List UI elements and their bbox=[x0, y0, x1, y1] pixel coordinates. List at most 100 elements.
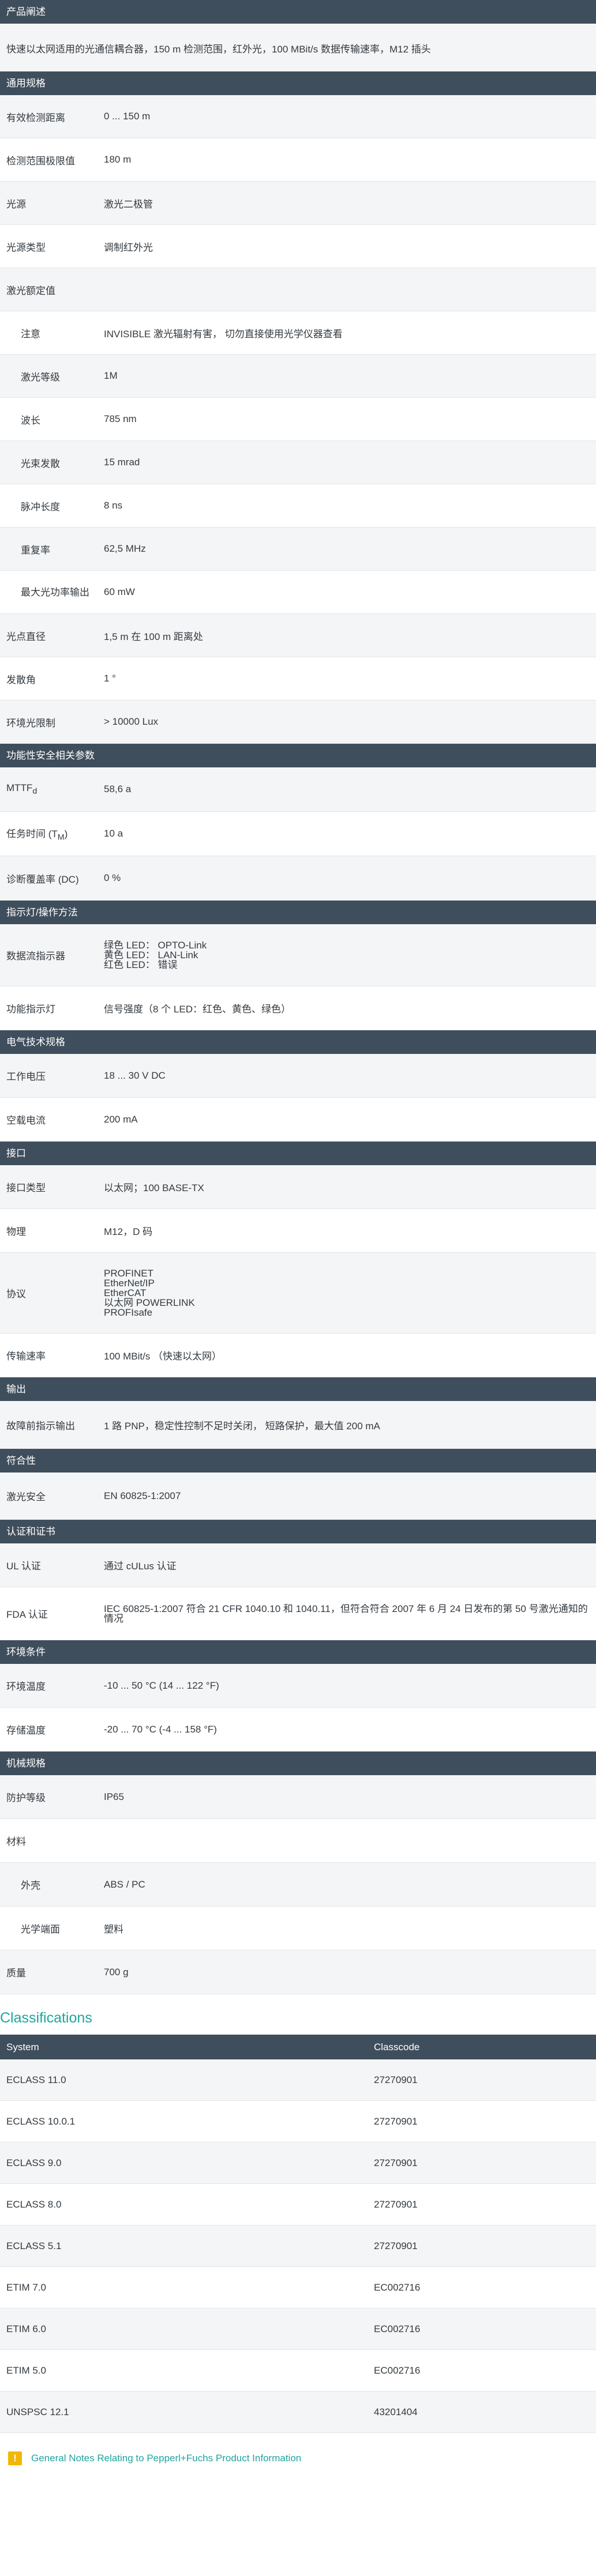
spec-row: 脉冲长度 8 ns bbox=[0, 484, 596, 528]
table-row: ECLASS 5.1 27270901 bbox=[0, 2225, 596, 2267]
spec-key: 空载电流 bbox=[6, 1115, 46, 1126]
spec-value: -10 ... 50 °C (14 ... 122 °F) bbox=[104, 1679, 219, 1691]
product-description-text: 快速以太网适用的光通信耦合器，150 m 检测范围，红外光，100 MBit/s… bbox=[0, 24, 596, 71]
spec-row: 质量 700 g bbox=[0, 1950, 596, 1994]
spec-row: 最大光功率输出 60 mW bbox=[0, 571, 596, 614]
classcode-cell: EC002716 bbox=[374, 2323, 421, 2334]
table-row: UNSPSC 12.1 43201404 bbox=[0, 2392, 596, 2433]
spec-key-suffix: ) bbox=[64, 828, 68, 839]
spec-row: 功能指示灯 信号强度（8 个 LED：红色、黄色、绿色） bbox=[0, 986, 596, 1030]
spec-value-line: IEC 60825-1:2007 符合 21 CFR 1040.10 和 104… bbox=[104, 1603, 588, 1614]
section-header-output: 输出 bbox=[0, 1377, 596, 1401]
spec-row: 故障前指示输出 1 路 PNP，稳定性控制不足时关闭， 短路保护，最大值 200 … bbox=[0, 1401, 596, 1449]
spec-value: 100 MBit/s （快速以太网） bbox=[104, 1351, 222, 1362]
spec-row: MTTFd 58,6 a bbox=[0, 767, 596, 812]
spec-key: MTTFd bbox=[0, 782, 104, 796]
section-header-approvals: 认证和证书 bbox=[0, 1520, 596, 1543]
spec-value: 以太网；100 BASE-TX bbox=[104, 1182, 204, 1193]
spec-row: 光点直径 1,5 m 在 100 m 距离处 bbox=[0, 614, 596, 657]
indicator-spec-group: 数据流指示器 绿色 LED： OPTO-Link 黄色 LED： LAN-Lin… bbox=[0, 924, 596, 1030]
classcode-cell: 27270901 bbox=[374, 2157, 418, 2168]
spec-row: 波长 785 nm bbox=[0, 398, 596, 441]
spec-key: 检测范围极限值 bbox=[6, 155, 75, 167]
spec-key: 有效检测距离 bbox=[6, 112, 65, 123]
system-cell: ECLASS 11.0 bbox=[6, 2074, 66, 2085]
spec-row: 注意 INVISIBLE 激光辐射有害， 切勿直接使用光学仪器查看 bbox=[0, 311, 596, 355]
spec-row: 外壳 ABS / PC bbox=[0, 1863, 596, 1907]
column-header-classcode: Classcode bbox=[374, 2041, 420, 2052]
spec-row: 诊断覆盖率 (DC) 0 % bbox=[0, 856, 596, 901]
system-cell: ETIM 7.0 bbox=[6, 2281, 46, 2293]
spec-row: 环境光限制 > 10000 Lux bbox=[0, 701, 596, 744]
spec-value: 塑料 bbox=[104, 1924, 123, 1935]
spec-key: 光源 bbox=[6, 198, 26, 210]
spec-key-subscript: d bbox=[32, 786, 38, 796]
spec-row: 光学端面 塑料 bbox=[0, 1907, 596, 1950]
spec-row: 环境温度 -10 ... 50 °C (14 ... 122 °F) bbox=[0, 1664, 596, 1708]
spec-value: 0 ... 150 m bbox=[104, 111, 151, 122]
spec-key: FDA 认证 bbox=[6, 1609, 48, 1620]
spec-key: 注意 bbox=[21, 328, 40, 340]
interface-spec-group: 接口类型 以太网；100 BASE-TX 物理 M12，D 码 协议 PROFINE… bbox=[0, 1165, 596, 1377]
spec-value: PROFINET EtherNet/IP EtherCAT 以太网 POWERL… bbox=[104, 1268, 596, 1317]
spec-key: 激光安全 bbox=[6, 1492, 46, 1502]
spec-value: 8 ns bbox=[104, 500, 123, 511]
spec-value: 200 mA bbox=[104, 1113, 138, 1125]
spec-value: > 10000 Lux bbox=[104, 716, 159, 727]
spec-key: 最大光功率输出 bbox=[21, 586, 89, 598]
system-cell: ECLASS 5.1 bbox=[6, 2240, 62, 2251]
spec-row: 光源类型 调制红外光 bbox=[0, 225, 596, 268]
system-cell: ETIM 6.0 bbox=[6, 2323, 46, 2334]
table-row: ECLASS 11.0 27270901 bbox=[0, 2059, 596, 2101]
spec-key: 防护等级 bbox=[6, 1792, 46, 1803]
spec-row: 防护等级 IP65 bbox=[0, 1775, 596, 1819]
spec-row: 发散角 1 ° bbox=[0, 657, 596, 701]
spec-row: 检测范围极限值 180 m bbox=[0, 138, 596, 182]
spec-value: 绿色 LED： OPTO-Link 黄色 LED： LAN-Link 红色 LE… bbox=[104, 940, 596, 970]
spec-value: 62,5 MHz bbox=[104, 543, 146, 554]
classcode-cell: 27270901 bbox=[374, 2240, 418, 2251]
spec-value-line: 情况 bbox=[104, 1613, 123, 1624]
section-header-safety: 功能性安全相关参数 bbox=[0, 744, 596, 767]
spec-key: 数据流指示器 bbox=[6, 951, 65, 962]
spec-key-subscript: M bbox=[57, 833, 65, 842]
spec-value: INVISIBLE 激光辐射有害， 切勿直接使用光学仪器查看 bbox=[104, 328, 343, 340]
section-header-conformity: 符合性 bbox=[0, 1449, 596, 1472]
classcode-cell: EC002716 bbox=[374, 2364, 421, 2376]
spec-value: 1M bbox=[104, 370, 118, 381]
spec-key: 功能指示灯 bbox=[6, 1004, 55, 1015]
general-notes-link[interactable]: General Notes Relating to Pepperl+Fuchs … bbox=[31, 2453, 301, 2464]
spec-key: 脉冲长度 bbox=[21, 501, 60, 513]
section-header-general: 通用规格 bbox=[0, 71, 596, 95]
spec-key: 波长 bbox=[21, 415, 40, 426]
spec-value: 1 ° bbox=[104, 673, 116, 684]
spec-row: 光源 激光二极管 bbox=[0, 182, 596, 225]
table-row: ETIM 5.0 EC002716 bbox=[0, 2350, 596, 2392]
column-header-system: System bbox=[6, 2041, 39, 2052]
spec-value: 调制红外光 bbox=[104, 242, 153, 253]
spec-key: 发散角 bbox=[6, 674, 36, 686]
spec-key-main: MTTF bbox=[6, 782, 33, 794]
spec-row: 存储温度 -20 ... 70 °C (-4 ... 158 °F) bbox=[0, 1708, 596, 1752]
classcode-cell: 43201404 bbox=[374, 2406, 418, 2417]
spec-row: 激光额定值 bbox=[0, 268, 596, 311]
spec-value: 0 % bbox=[104, 872, 121, 883]
spec-key: 质量 bbox=[6, 1968, 26, 1979]
spec-value: 10 a bbox=[104, 828, 123, 839]
spec-key: 材料 bbox=[6, 1836, 26, 1847]
spec-key: 激光额定值 bbox=[6, 285, 55, 296]
classifications-table-body: ECLASS 11.0 27270901 ECLASS 10.0.1 2727090… bbox=[0, 2059, 596, 2433]
spec-value: 激光二极管 bbox=[104, 198, 153, 210]
spec-value-line: 黄色 LED： LAN-Link bbox=[104, 950, 198, 961]
spec-value: 1,5 m 在 100 m 距离处 bbox=[104, 631, 203, 642]
spec-value: M12，D 码 bbox=[104, 1226, 153, 1237]
system-cell: ECLASS 9.0 bbox=[6, 2157, 62, 2168]
table-row: ETIM 6.0 EC002716 bbox=[0, 2308, 596, 2350]
classifications-table-header: System Classcode bbox=[0, 2035, 596, 2059]
spec-key: 环境温度 bbox=[6, 1681, 46, 1692]
spec-key: 故障前指示输出 bbox=[6, 1420, 75, 1432]
section-header-interface: 接口 bbox=[0, 1142, 596, 1165]
spec-row: 任务时间 (TM) 10 a bbox=[0, 812, 596, 856]
mechanical-spec-group: 防护等级 IP65 材料 外壳 ABS / PC 光学端面 塑料 质量 700 g bbox=[0, 1775, 596, 1994]
spec-key: 物理 bbox=[6, 1226, 26, 1237]
